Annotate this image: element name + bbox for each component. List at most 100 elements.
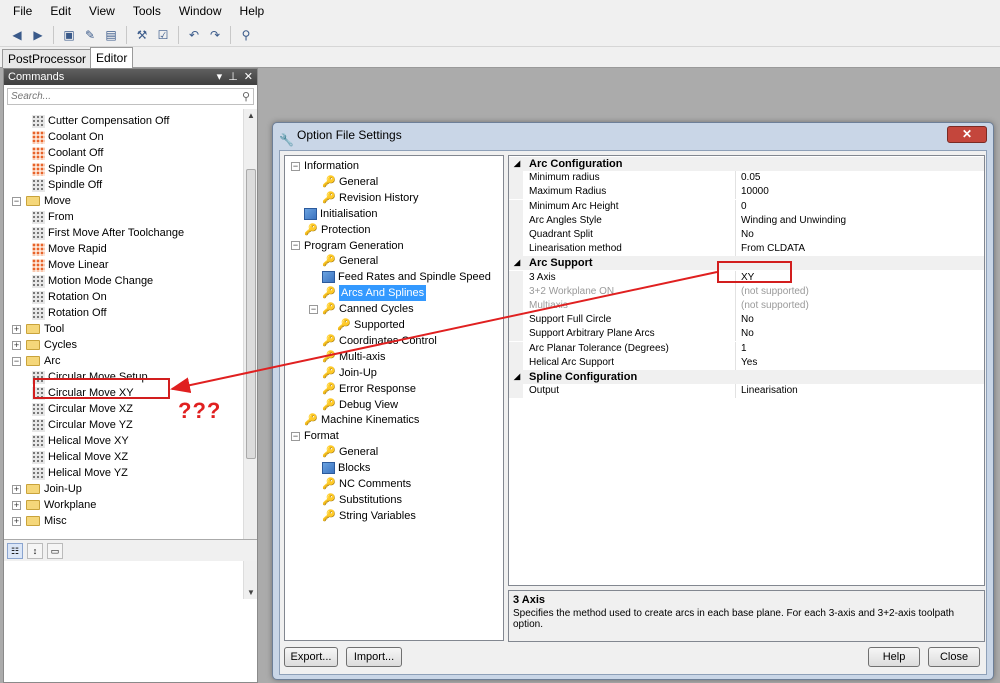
categorized-view-icon[interactable]: ☷ — [7, 542, 23, 559]
property-row[interactable]: Linearisation method From CLDATA — [509, 242, 984, 257]
tree-item[interactable]: Cutter Compensation Off — [32, 113, 169, 129]
options-tree-item[interactable]: 🔑 Debug View — [322, 397, 398, 413]
options-tree-item[interactable]: 🔑 Coordinates Control — [322, 333, 437, 349]
property-value[interactable]: Yes — [741, 356, 757, 370]
options-tree-item[interactable]: 🔑 Revision History — [322, 190, 418, 206]
tree-item[interactable]: − Arc — [12, 353, 61, 369]
options-tree-item[interactable]: 🔑 General — [322, 253, 378, 269]
options-tree-item[interactable]: 🔑 Join-Up — [322, 365, 377, 381]
property-value[interactable]: 1 — [741, 342, 747, 356]
options-tree-item[interactable]: Initialisation — [304, 206, 377, 222]
expand-icon[interactable]: + — [12, 324, 21, 334]
export-button[interactable]: Export... — [284, 647, 338, 667]
options-tree-item[interactable]: 🔑 Arcs And Splines — [322, 285, 427, 302]
tree-item[interactable]: + Misc — [12, 513, 67, 529]
expand-icon[interactable]: + — [12, 484, 21, 494]
search-icon[interactable]: ⚲ — [242, 90, 250, 103]
tools-icon[interactable]: ⚒ — [133, 26, 151, 44]
pin-icon[interactable]: ⊥ — [228, 69, 238, 85]
check-icon[interactable]: ☑ — [154, 26, 172, 44]
property-row[interactable]: Arc Angles Style Winding and Unwinding — [509, 213, 984, 228]
scroll-thumb[interactable] — [246, 169, 256, 459]
help-button[interactable]: Help — [868, 647, 920, 667]
save-icon[interactable]: ▣ — [60, 26, 78, 44]
property-value[interactable]: (not supported) — [741, 285, 809, 299]
expand-icon[interactable]: + — [12, 340, 21, 350]
tree-item[interactable]: First Move After Toolchange — [32, 225, 184, 241]
save-all-icon[interactable]: ▤ — [102, 26, 120, 44]
collapse-icon[interactable]: − — [291, 431, 300, 441]
options-tree-item[interactable]: 🔑 General — [322, 444, 378, 460]
close-icon[interactable]: ✕ — [244, 69, 253, 85]
import-button[interactable]: Import... — [346, 647, 402, 667]
dialog-close-button[interactable]: ✕ — [947, 126, 987, 143]
tab-postprocessor[interactable]: PostProcessor — [2, 49, 93, 68]
property-value[interactable]: From CLDATA — [741, 242, 805, 256]
alphabetical-sort-icon[interactable]: ↕ — [27, 542, 43, 559]
menu-file[interactable]: File — [4, 0, 41, 23]
tree-item[interactable]: Helical Move XY — [32, 433, 129, 449]
options-tree-item[interactable]: Blocks — [322, 460, 370, 476]
collapse-icon[interactable]: − — [291, 241, 300, 250]
options-tree-item[interactable]: − Format — [291, 428, 339, 444]
menu-help[interactable]: Help — [231, 0, 274, 23]
tree-item[interactable]: Spindle Off — [32, 177, 102, 193]
collapse-icon[interactable]: − — [291, 161, 300, 171]
property-row[interactable]: 3+2 Workplane ON (not supported) — [509, 284, 984, 299]
property-value[interactable]: 0 — [741, 200, 747, 214]
tree-item[interactable]: Circular Move YZ — [32, 417, 133, 433]
options-tree-item[interactable]: 🔑 Multi-axis — [322, 349, 385, 365]
binoculars-icon[interactable]: ⚲ — [237, 26, 255, 44]
property-value[interactable]: Winding and Unwinding — [741, 214, 846, 228]
property-row[interactable]: Support Full Circle No — [509, 313, 984, 328]
collapse-triangle-icon[interactable]: ◢ — [514, 157, 520, 171]
expand-icon[interactable]: + — [12, 516, 21, 526]
tree-item[interactable]: + Cycles — [12, 337, 77, 353]
property-value[interactable]: No — [741, 327, 754, 341]
options-tree-item[interactable]: − Information — [291, 158, 359, 174]
search-input[interactable] — [8, 89, 228, 104]
options-tree-item[interactable]: 🔑 Error Response — [322, 381, 416, 397]
tree-item[interactable]: Coolant Off — [32, 145, 103, 161]
tree-item[interactable]: Helical Move YZ — [32, 465, 128, 481]
dialog-titlebar[interactable]: 🔧 Option File Settings ✕ — [273, 123, 993, 149]
tree-item[interactable]: Move Linear — [32, 257, 109, 273]
menu-view[interactable]: View — [80, 0, 124, 23]
property-value[interactable]: (not supported) — [741, 299, 809, 313]
options-tree-item[interactable]: 🔑 String Variables — [322, 508, 416, 524]
property-row[interactable]: Minimum radius 0.05 — [509, 171, 984, 186]
tree-item[interactable]: Rotation Off — [32, 305, 107, 321]
tree-item[interactable]: − Move — [12, 193, 71, 209]
property-category[interactable]: ◢ Arc Configuration — [509, 157, 984, 171]
options-tree-item[interactable]: 🔑 Supported — [337, 317, 405, 333]
expand-icon[interactable]: + — [12, 500, 21, 510]
property-row[interactable]: Multiaxis (not supported) — [509, 299, 984, 313]
collapse-icon[interactable]: − — [12, 196, 21, 206]
property-value[interactable]: No — [741, 228, 754, 242]
property-row[interactable]: Arc Planar Tolerance (Degrees) 1 — [509, 341, 984, 356]
tree-item[interactable]: Circular Move XZ — [32, 401, 133, 417]
menu-edit[interactable]: Edit — [41, 0, 80, 23]
collapse-triangle-icon[interactable]: ◢ — [514, 370, 520, 384]
tree-item[interactable]: Move Rapid — [32, 241, 107, 257]
scroll-up-icon[interactable]: ▲ — [247, 111, 255, 120]
properties-pages-icon[interactable]: ▭ — [47, 542, 63, 559]
property-row[interactable]: Minimum Arc Height 0 — [509, 199, 984, 214]
options-tree-item[interactable]: − Program Generation — [291, 238, 404, 254]
property-value[interactable]: Linearisation — [741, 384, 798, 398]
tree-item[interactable]: + Workplane — [12, 497, 96, 513]
options-tree-item[interactable]: 🔑 General — [322, 174, 378, 190]
tree-item[interactable]: Spindle On — [32, 161, 102, 177]
property-row[interactable]: Output Linearisation — [509, 384, 984, 399]
property-row[interactable]: Quadrant Split No — [509, 228, 984, 242]
options-tree-item[interactable]: − 🔑 Canned Cycles — [309, 301, 414, 317]
tree-item[interactable]: Motion Mode Change — [32, 273, 153, 289]
property-value[interactable]: No — [741, 313, 754, 327]
tree-item[interactable]: + Tool — [12, 321, 64, 337]
collapse-icon[interactable]: − — [12, 356, 21, 366]
property-row[interactable]: Maximum Radius 10000 — [509, 185, 984, 200]
collapse-triangle-icon[interactable]: ◢ — [514, 256, 520, 270]
menu-tools[interactable]: Tools — [124, 0, 170, 23]
back-icon[interactable]: ◀ — [8, 26, 26, 44]
undo-icon[interactable]: ↶ — [185, 26, 203, 44]
